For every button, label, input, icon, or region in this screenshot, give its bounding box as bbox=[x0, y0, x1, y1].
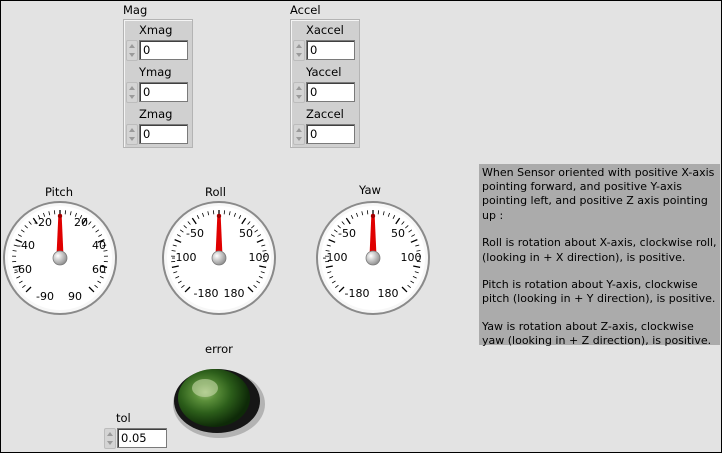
decrement-arrow-icon[interactable] bbox=[296, 137, 302, 141]
xmag-label: Xmag bbox=[139, 23, 173, 37]
increment-arrow-icon[interactable] bbox=[129, 86, 135, 90]
gauge-scale-label: 100 bbox=[249, 251, 270, 264]
note-paragraph-intro: When Sensor oriented with positive X-axi… bbox=[482, 166, 715, 222]
yaw-gauge-title: Yaw bbox=[359, 183, 381, 197]
yaw-gauge: -50 50 -100 100 -180 180 bbox=[316, 201, 430, 315]
ymag-label: Ymag bbox=[139, 65, 172, 79]
gauge-scale-label: 20 bbox=[74, 216, 88, 229]
decrement-arrow-icon[interactable] bbox=[129, 137, 135, 141]
needle-tip bbox=[57, 213, 63, 219]
yaccel-field[interactable]: 0 bbox=[306, 82, 355, 102]
note-paragraph-roll: Roll is rotation about X-axis, clockwise… bbox=[482, 236, 717, 264]
gauge-scale-label: -50 bbox=[338, 227, 356, 240]
gauge-scale-label: -50 bbox=[186, 227, 204, 240]
gauge-scale-label: -180 bbox=[194, 287, 219, 300]
increment-arrow-icon[interactable] bbox=[296, 86, 302, 90]
gauge-scale-label: -90 bbox=[36, 290, 54, 303]
accel-cluster-title: Accel bbox=[290, 3, 321, 17]
gauge-scale-label: 40 bbox=[92, 239, 106, 252]
pitch-gauge: -20 20 -40 40 -60 60 -90 90 bbox=[3, 201, 117, 315]
xaccel-spinner[interactable] bbox=[293, 40, 305, 61]
gauge-scale-label: -100 bbox=[172, 251, 197, 264]
ymag-spinner[interactable] bbox=[126, 82, 138, 103]
decrement-arrow-icon[interactable] bbox=[296, 95, 302, 99]
increment-arrow-icon[interactable] bbox=[296, 128, 302, 132]
gauge-scale-label: 50 bbox=[391, 227, 405, 240]
needle-tip bbox=[370, 213, 376, 219]
note-paragraph-pitch: Pitch is rotation about Y-axis, clockwis… bbox=[482, 278, 716, 306]
error-led-indicator bbox=[173, 369, 265, 438]
decrement-arrow-icon[interactable] bbox=[129, 95, 135, 99]
xmag-spinner[interactable] bbox=[126, 40, 138, 61]
tol-spinner[interactable] bbox=[104, 428, 116, 449]
needle-hub bbox=[52, 250, 68, 266]
needle-tip bbox=[216, 213, 222, 219]
roll-gauge-title: Roll bbox=[205, 185, 226, 199]
decrement-arrow-icon[interactable] bbox=[129, 53, 135, 57]
xaccel-field[interactable]: 0 bbox=[306, 40, 355, 60]
gauge-scale-label: 90 bbox=[68, 290, 82, 303]
pitch-gauge-title: Pitch bbox=[45, 185, 73, 199]
gauge-scale-label: 180 bbox=[378, 287, 399, 300]
zmag-field[interactable]: 0 bbox=[139, 124, 188, 144]
needle-hub bbox=[211, 250, 227, 266]
xmag-field[interactable]: 0 bbox=[139, 40, 188, 60]
roll-gauge: -50 50 -100 100 -180 180 bbox=[162, 201, 276, 315]
gauge-scale-label: -180 bbox=[345, 287, 370, 300]
orientation-note: When Sensor oriented with positive X-axi… bbox=[479, 164, 720, 348]
increment-arrow-icon[interactable] bbox=[296, 44, 302, 48]
decrement-arrow-icon[interactable] bbox=[296, 53, 302, 57]
tol-field[interactable]: 0.05 bbox=[117, 428, 167, 448]
increment-arrow-icon[interactable] bbox=[129, 128, 135, 132]
gauge-scale-label: 100 bbox=[401, 251, 422, 264]
zmag-label: Zmag bbox=[139, 107, 173, 121]
gauge-scale-label: 50 bbox=[239, 227, 253, 240]
note-paragraph-yaw: Yaw is rotation about Z-axis, clockwise … bbox=[482, 320, 712, 348]
gauge-scale-label: 60 bbox=[92, 263, 106, 276]
ymag-field[interactable]: 0 bbox=[139, 82, 188, 102]
needle-hub bbox=[365, 250, 381, 266]
mag-cluster-title: Mag bbox=[123, 3, 148, 17]
zmag-spinner[interactable] bbox=[126, 124, 138, 145]
zaccel-label: Zaccel bbox=[306, 107, 344, 121]
zaccel-field[interactable]: 0 bbox=[306, 124, 355, 144]
increment-arrow-icon[interactable] bbox=[129, 44, 135, 48]
xaccel-label: Xaccel bbox=[306, 23, 344, 37]
yaccel-spinner[interactable] bbox=[293, 82, 305, 103]
gauge-scale-label: 180 bbox=[224, 287, 245, 300]
increment-arrow-icon[interactable] bbox=[107, 432, 113, 436]
gauge-scale-label: -100 bbox=[323, 251, 348, 264]
error-label: error bbox=[205, 342, 233, 356]
decrement-arrow-icon[interactable] bbox=[107, 441, 113, 445]
tol-label: tol bbox=[116, 411, 131, 425]
gauge-scale-label: -20 bbox=[34, 216, 52, 229]
yaccel-label: Yaccel bbox=[306, 65, 342, 79]
zaccel-spinner[interactable] bbox=[293, 124, 305, 145]
gauge-scale-label: -60 bbox=[14, 263, 32, 276]
gauge-scale-label: -40 bbox=[17, 239, 35, 252]
